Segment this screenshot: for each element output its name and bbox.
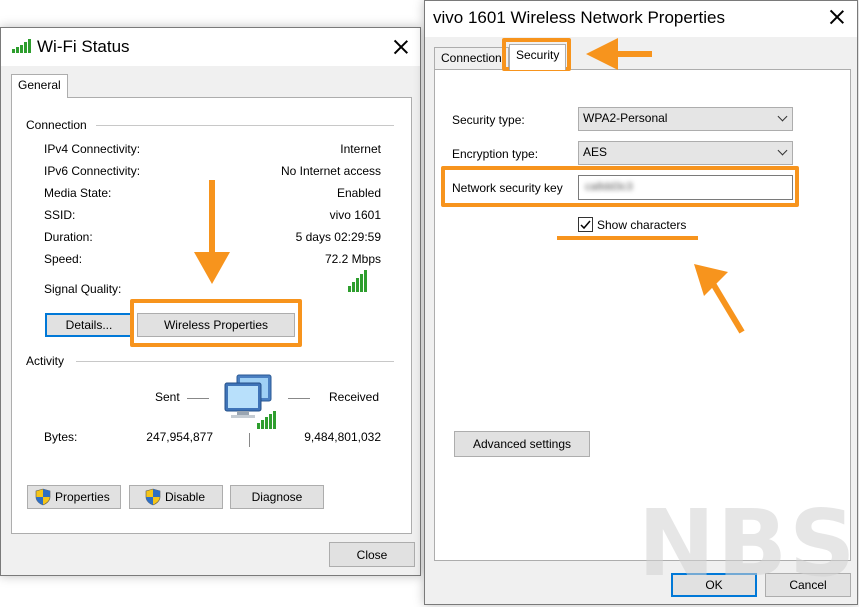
tab-connection[interactable]: Connection	[434, 47, 509, 69]
ok-button[interactable]: OK	[671, 573, 757, 597]
encryption-type-value: AES	[583, 145, 608, 159]
security-type-select[interactable]: WPA2-Personal	[578, 107, 793, 131]
speed-value: 72.2 Mbps	[324, 252, 381, 266]
sent-label: Sent	[155, 390, 180, 404]
close-icon[interactable]	[829, 9, 845, 25]
security-type-value: WPA2-Personal	[583, 111, 668, 125]
connection-divider	[96, 125, 394, 126]
signal-quality-bars	[348, 270, 367, 292]
activity-separator	[249, 433, 250, 447]
advanced-settings-button[interactable]: Advanced settings	[454, 431, 590, 457]
tab-security[interactable]: Security	[509, 44, 567, 70]
bytes-sent-value: 247,954,877	[146, 430, 213, 444]
disable-button-label: Disable	[165, 490, 206, 504]
close-icon[interactable]	[393, 39, 409, 55]
cancel-button[interactable]: Cancel	[765, 573, 851, 597]
received-line	[288, 398, 310, 399]
network-properties-title: vivo 1601 Wireless Network Properties	[433, 8, 725, 27]
received-label: Received	[329, 390, 380, 404]
wireless-properties-button[interactable]: Wireless Properties	[137, 313, 295, 337]
shield-icon	[35, 488, 51, 506]
disable-button[interactable]: Disable	[129, 485, 223, 509]
shield-icon	[145, 488, 161, 506]
wifi-signal-icon	[12, 39, 32, 56]
show-characters-underline	[557, 236, 698, 240]
media-state-label: Media State:	[44, 186, 112, 200]
security-type-label: Security type:	[452, 113, 525, 127]
properties-button[interactable]: Properties	[27, 485, 121, 509]
encryption-type-label: Encryption type:	[452, 147, 539, 161]
close-button[interactable]: Close	[329, 542, 415, 567]
checkmark-icon	[580, 220, 591, 230]
wifi-status-title: Wi-Fi Status	[37, 37, 130, 56]
bytes-received-value: 9,484,801,032	[304, 430, 381, 444]
chevron-down-icon	[777, 145, 788, 156]
arrow-up-left-annotation	[694, 264, 745, 334]
arrow-left-annotation	[586, 38, 652, 70]
tab-general[interactable]: General	[11, 74, 68, 98]
network-properties-window: vivo 1601 Wireless Network Properties Co…	[424, 0, 858, 605]
network-key-label: Network security key	[452, 181, 563, 195]
activity-divider	[76, 361, 394, 362]
arrow-down-annotation	[194, 180, 230, 284]
network-computers-icon	[223, 373, 285, 434]
sent-line	[187, 398, 209, 399]
network-properties-titlebar[interactable]: vivo 1601 Wireless Network Properties	[425, 1, 857, 37]
media-state-value: Enabled	[336, 186, 381, 200]
network-key-input[interactable]: ca8dd3c3	[578, 175, 793, 200]
wifi-status-window: Wi-Fi Status General Connection IPv4 Con…	[0, 27, 421, 576]
encryption-type-select[interactable]: AES	[578, 141, 793, 165]
speed-label: Speed:	[44, 252, 83, 266]
signal-quality-label: Signal Quality:	[44, 282, 122, 296]
activity-header: Activity	[26, 354, 65, 368]
network-key-value: ca8dd3c3	[585, 181, 633, 193]
details-button[interactable]: Details...	[45, 313, 133, 337]
ipv6-value: No Internet access	[280, 164, 381, 178]
ssid-label: SSID:	[44, 208, 76, 222]
duration-label: Duration:	[44, 230, 93, 244]
wifi-status-titlebar[interactable]: Wi-Fi Status	[1, 28, 420, 66]
ssid-value: vivo 1601	[329, 208, 381, 222]
ipv4-label: IPv4 Connectivity:	[44, 142, 141, 156]
ipv6-label: IPv6 Connectivity:	[44, 164, 141, 178]
connection-header: Connection	[26, 118, 87, 132]
duration-value: 5 days 02:29:59	[295, 230, 381, 244]
chevron-down-icon	[777, 111, 788, 122]
ipv4-value: Internet	[340, 142, 381, 156]
show-characters-checkbox[interactable]	[578, 217, 593, 232]
bytes-label: Bytes:	[44, 430, 78, 444]
properties-button-label: Properties	[55, 490, 110, 504]
diagnose-button[interactable]: Diagnose	[230, 485, 324, 509]
show-characters-label[interactable]: Show characters	[597, 218, 686, 232]
